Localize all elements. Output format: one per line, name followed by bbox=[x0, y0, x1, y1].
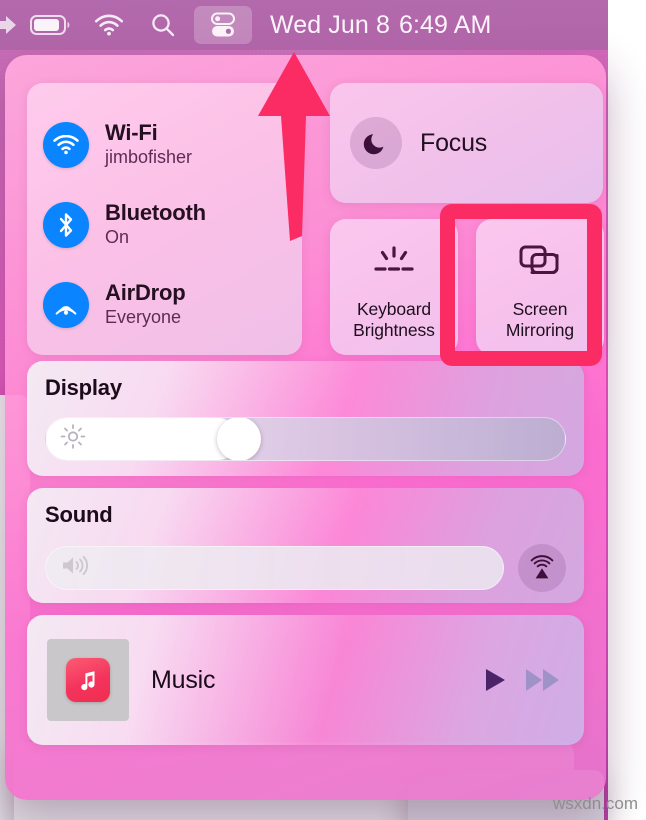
wifi-status: jimbofisher bbox=[105, 147, 193, 168]
airplay-audio-button[interactable] bbox=[518, 544, 566, 592]
bluetooth-icon bbox=[43, 202, 89, 248]
control-center-toggles-icon[interactable] bbox=[194, 6, 252, 44]
connectivity-card: Wi-Fi jimbofisher Bluetooth On AirDrop E… bbox=[27, 83, 302, 355]
wifi-title: Wi-Fi bbox=[105, 120, 158, 146]
airplay-audio-icon bbox=[530, 555, 554, 579]
music-fast-forward-button[interactable] bbox=[524, 665, 562, 695]
keyboard-brightness-label: Keyboard Brightness bbox=[353, 299, 435, 341]
sound-volume-slider[interactable] bbox=[45, 546, 504, 590]
music-artwork-placeholder bbox=[47, 639, 129, 721]
bluetooth-row[interactable]: Bluetooth On bbox=[43, 185, 286, 265]
wifi-icon[interactable] bbox=[82, 6, 136, 44]
screen-mirroring-tile[interactable]: Screen Mirroring bbox=[476, 219, 604, 355]
screen-mirroring-icon bbox=[518, 241, 562, 283]
sound-title: Sound bbox=[45, 502, 113, 527]
speaker-volume-icon bbox=[60, 554, 90, 583]
play-icon bbox=[486, 669, 505, 691]
screen-mirroring-label: Screen Mirroring bbox=[505, 299, 575, 341]
battery-icon[interactable] bbox=[20, 6, 82, 44]
airdrop-title: AirDrop bbox=[105, 280, 186, 306]
keyboard-brightness-tile[interactable]: Keyboard Brightness bbox=[330, 219, 458, 355]
moon-icon bbox=[350, 117, 402, 169]
keyboard-brightness-icon bbox=[368, 241, 420, 283]
menu-bar-arrow-icon[interactable] bbox=[0, 6, 20, 44]
display-slider-knob[interactable] bbox=[216, 418, 261, 460]
menu-bar-clock[interactable]: Wed Jun 8 6:49 AM bbox=[270, 11, 491, 40]
menu-bar-date: Wed Jun 8 bbox=[270, 10, 390, 39]
bluetooth-status: On bbox=[105, 227, 130, 248]
airdrop-icon bbox=[43, 282, 89, 328]
wifi-row[interactable]: Wi-Fi jimbofisher bbox=[43, 105, 286, 185]
watermark: wsxdn.com bbox=[552, 794, 638, 813]
music-now-playing-card: Music bbox=[27, 615, 584, 745]
focus-tile[interactable]: Focus bbox=[330, 83, 603, 203]
focus-label: Focus bbox=[420, 128, 488, 157]
display-title: Display bbox=[45, 375, 122, 400]
airdrop-row[interactable]: AirDrop Everyone bbox=[43, 265, 286, 345]
fast-forward-icon bbox=[526, 669, 559, 691]
brightness-sun-icon bbox=[60, 424, 86, 455]
control-center-top-row: Wi-Fi jimbofisher Bluetooth On AirDrop E… bbox=[21, 73, 604, 361]
sound-card: Sound bbox=[27, 488, 584, 603]
music-app-title: Music bbox=[151, 665, 216, 694]
control-center-panel: Wi-Fi jimbofisher Bluetooth On AirDrop E… bbox=[5, 55, 606, 800]
bluetooth-title: Bluetooth bbox=[105, 200, 206, 226]
menu-bar: Wed Jun 8 6:49 AM bbox=[0, 0, 608, 50]
music-app-icon bbox=[66, 658, 110, 702]
wifi-icon bbox=[43, 122, 89, 168]
search-icon[interactable] bbox=[136, 6, 190, 44]
menu-bar-time: 6:49 AM bbox=[398, 10, 492, 39]
display-card: Display bbox=[27, 361, 584, 476]
music-play-button[interactable] bbox=[478, 664, 510, 696]
screenshot-root: Wed Jun 8 6:49 AM Wi-Fi jimbofisher Blue… bbox=[0, 0, 646, 820]
display-brightness-slider[interactable] bbox=[45, 417, 566, 461]
airdrop-status: Everyone bbox=[105, 307, 182, 328]
